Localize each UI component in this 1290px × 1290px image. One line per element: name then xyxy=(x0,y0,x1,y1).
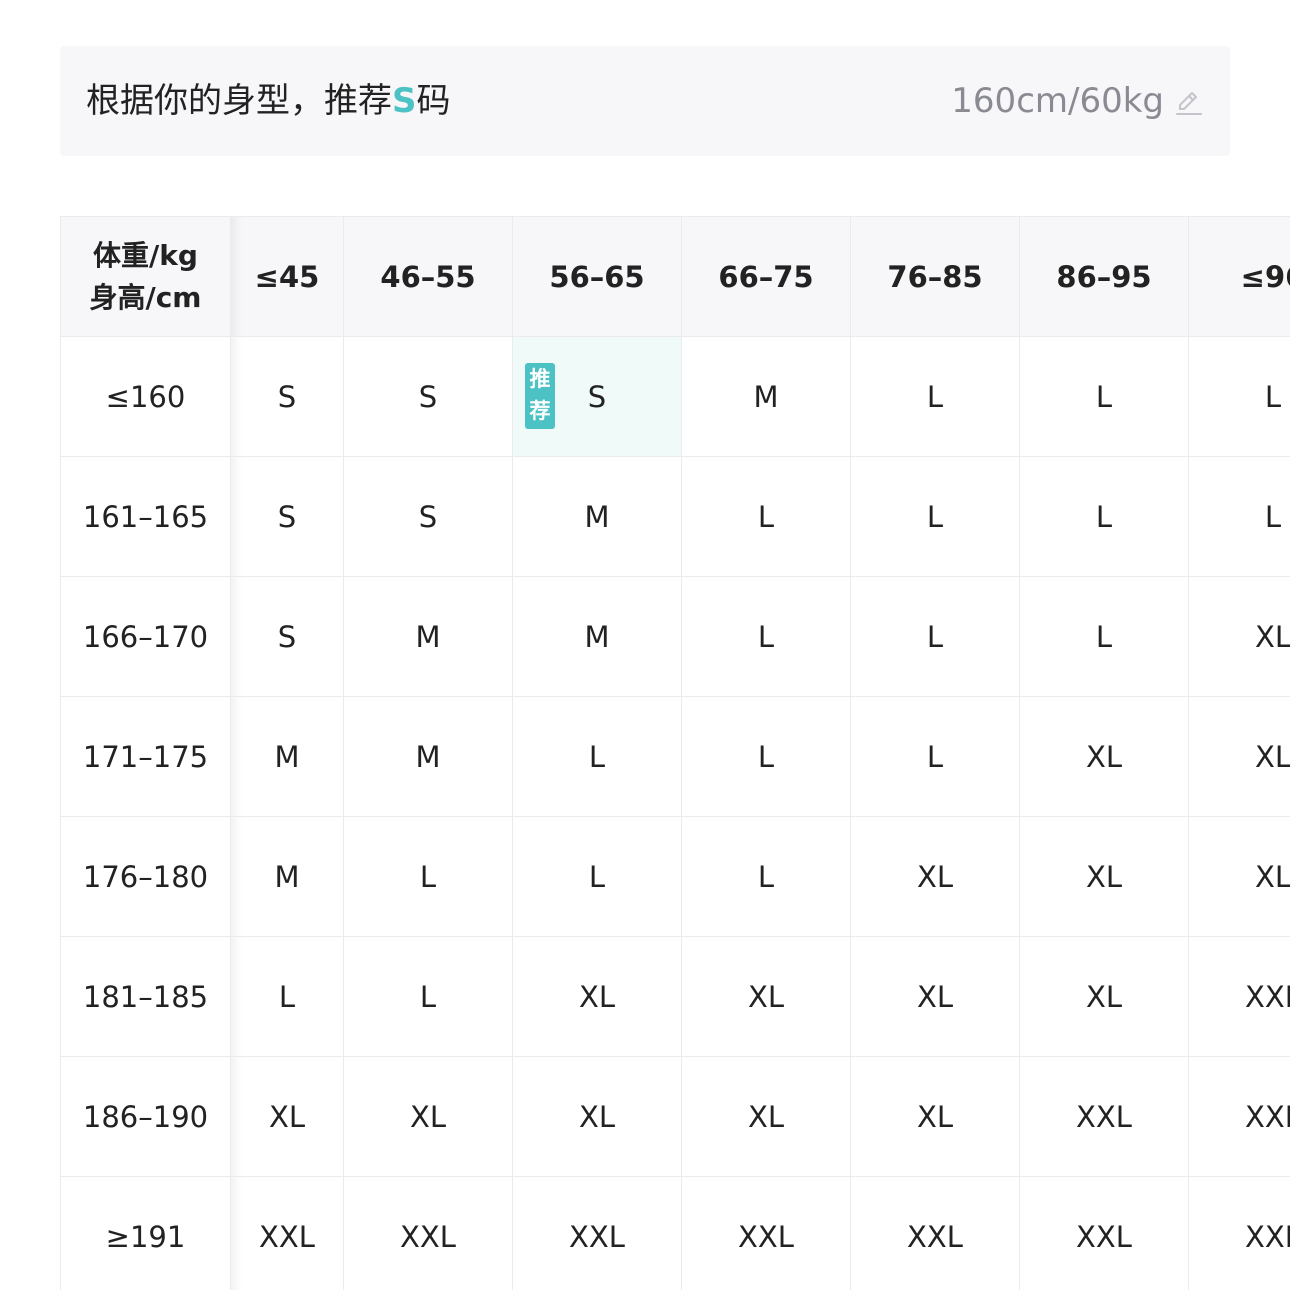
size-cell: L xyxy=(343,936,513,1057)
weight-header-row: 体重/kg 身高/cm ≤45 46–55 56–65 66–75 76–85 86–95… xyxy=(60,216,1290,337)
height-row-header: ≥191 xyxy=(60,1176,231,1290)
size-cell: L xyxy=(850,576,1020,697)
size-cell: XL xyxy=(1188,816,1290,937)
weight-column-header: ≤96 xyxy=(1188,216,1290,337)
size-cell: XXL xyxy=(512,1176,682,1290)
height-row-header: 161–165 xyxy=(60,456,231,577)
size-cell: XXL xyxy=(850,1176,1020,1290)
recommended-tag-char: 推 xyxy=(529,367,551,391)
height-row-header: 166–170 xyxy=(60,576,231,697)
table-row: 171–175 M M L L L XL XL xyxy=(60,696,1290,817)
size-cell: M xyxy=(512,576,682,697)
recommended-tag-char: 荐 xyxy=(529,399,551,423)
size-cell: L xyxy=(850,696,1020,817)
recommendation-prefix: 根据你的身型，推荐 xyxy=(86,81,392,121)
size-cell: XL xyxy=(1188,696,1290,817)
table-row: ≤160 S S 推荐 S M L L L xyxy=(60,336,1290,457)
size-cell: L xyxy=(1019,576,1189,697)
size-cell: L xyxy=(681,696,851,817)
corner-header: 体重/kg 身高/cm xyxy=(60,216,231,337)
weight-column-header: ≤45 xyxy=(230,216,344,337)
weight-column-header: 86–95 xyxy=(1019,216,1189,337)
recommendation-text: 根据你的身型，推荐S码 xyxy=(86,46,451,156)
size-cell: L xyxy=(1019,456,1189,577)
table-row: 181–185LLXLXLXLXLXXL xyxy=(60,936,1290,1057)
table-row: 176–180 M L L L XL XL XL xyxy=(60,816,1290,937)
recommendation-banner: 根据你的身型，推荐S码 160cm/60kg xyxy=(60,46,1230,156)
size-cell: XL xyxy=(1019,936,1189,1057)
size-table-body: ≤160 S S 推荐 S M L L L 161–165 S S M L L L L 166–170 S M M L L L… xyxy=(60,336,1290,1290)
size-cell: XXL xyxy=(230,1176,344,1290)
size-cell: L xyxy=(850,336,1020,457)
size-cell: L xyxy=(512,816,682,937)
size-cell: L xyxy=(850,456,1020,577)
size-cell: M xyxy=(230,816,344,937)
size-cell: S xyxy=(230,576,344,697)
table-row: 161–165 S S M L L L L xyxy=(60,456,1290,577)
size-cell: XL xyxy=(1019,696,1189,817)
recommendation-suffix: 码 xyxy=(416,81,451,121)
size-cell: L xyxy=(230,936,344,1057)
size-cell: S xyxy=(230,336,344,457)
recommended-size-cell: 推荐 S xyxy=(512,336,682,457)
table-row: ≥191XXLXXLXXLXXLXXLXXLXXL xyxy=(60,1176,1290,1290)
size-chart-table: 体重/kg 身高/cm ≤45 46–55 56–65 66–75 76–85 86–95… xyxy=(60,216,1290,1290)
recommended-size: S xyxy=(392,81,417,121)
size-cell: L xyxy=(681,456,851,577)
recommended-tag: 推荐 xyxy=(525,363,555,429)
size-cell: L xyxy=(343,816,513,937)
table-row: 186–190XLXLXLXLXLXXLXXL xyxy=(60,1056,1290,1177)
weight-column-header: 56–65 xyxy=(512,216,682,337)
size-recommendation-page: 根据你的身型，推荐S码 160cm/60kg 体重/kg 身高/cm ≤45 4… xyxy=(0,0,1290,1290)
size-cell: XL xyxy=(230,1056,344,1177)
size-cell: M xyxy=(230,696,344,817)
size-cell: L xyxy=(681,576,851,697)
size-cell: L xyxy=(1019,336,1189,457)
size-cell: L xyxy=(681,816,851,937)
weight-column-header: 76–85 xyxy=(850,216,1020,337)
size-cell: S xyxy=(343,336,513,457)
size-cell: M xyxy=(681,336,851,457)
size-cell: XL xyxy=(850,1056,1020,1177)
size-cell: XXL xyxy=(343,1176,513,1290)
size-cell: XXL xyxy=(1019,1056,1189,1177)
table-row: 166–170 S M M L L L XL xyxy=(60,576,1290,697)
size-cell: XXL xyxy=(1188,1056,1290,1177)
weight-column-header: 66–75 xyxy=(681,216,851,337)
size-cell: M xyxy=(343,696,513,817)
size-cell: L xyxy=(1188,456,1290,577)
size-value: S xyxy=(587,379,607,414)
size-cell: XL xyxy=(512,1056,682,1177)
size-cell: L xyxy=(1188,336,1290,457)
weight-axis-label: 体重/kg xyxy=(93,238,198,272)
size-cell: M xyxy=(512,456,682,577)
height-row-header: 181–185 xyxy=(60,936,231,1057)
size-cell: XXL xyxy=(1188,1176,1290,1290)
size-cell: XL xyxy=(343,1056,513,1177)
size-cell: XXL xyxy=(681,1176,851,1290)
size-cell: L xyxy=(512,696,682,817)
size-cell: XL xyxy=(850,816,1020,937)
weight-column-header: 46–55 xyxy=(343,216,513,337)
size-cell: XL xyxy=(850,936,1020,1057)
height-row-header: 186–190 xyxy=(60,1056,231,1177)
size-cell: M xyxy=(343,576,513,697)
height-row-header: ≤160 xyxy=(60,336,231,457)
height-row-header: 176–180 xyxy=(60,816,231,937)
body-info-value: 160cm/60kg xyxy=(951,81,1164,121)
size-cell: XL xyxy=(681,936,851,1057)
size-cell: XL xyxy=(1019,816,1189,937)
size-cell: XXL xyxy=(1188,936,1290,1057)
size-cell: S xyxy=(343,456,513,577)
pencil-icon[interactable] xyxy=(1174,86,1204,116)
size-cell: XL xyxy=(1188,576,1290,697)
height-axis-label: 身高/cm xyxy=(89,280,202,314)
size-cell: XXL xyxy=(1019,1176,1189,1290)
size-cell: XL xyxy=(512,936,682,1057)
height-row-header: 171–175 xyxy=(60,696,231,817)
body-info-edit[interactable]: 160cm/60kg xyxy=(951,46,1204,156)
size-cell: XL xyxy=(681,1056,851,1177)
size-cell: S xyxy=(230,456,344,577)
